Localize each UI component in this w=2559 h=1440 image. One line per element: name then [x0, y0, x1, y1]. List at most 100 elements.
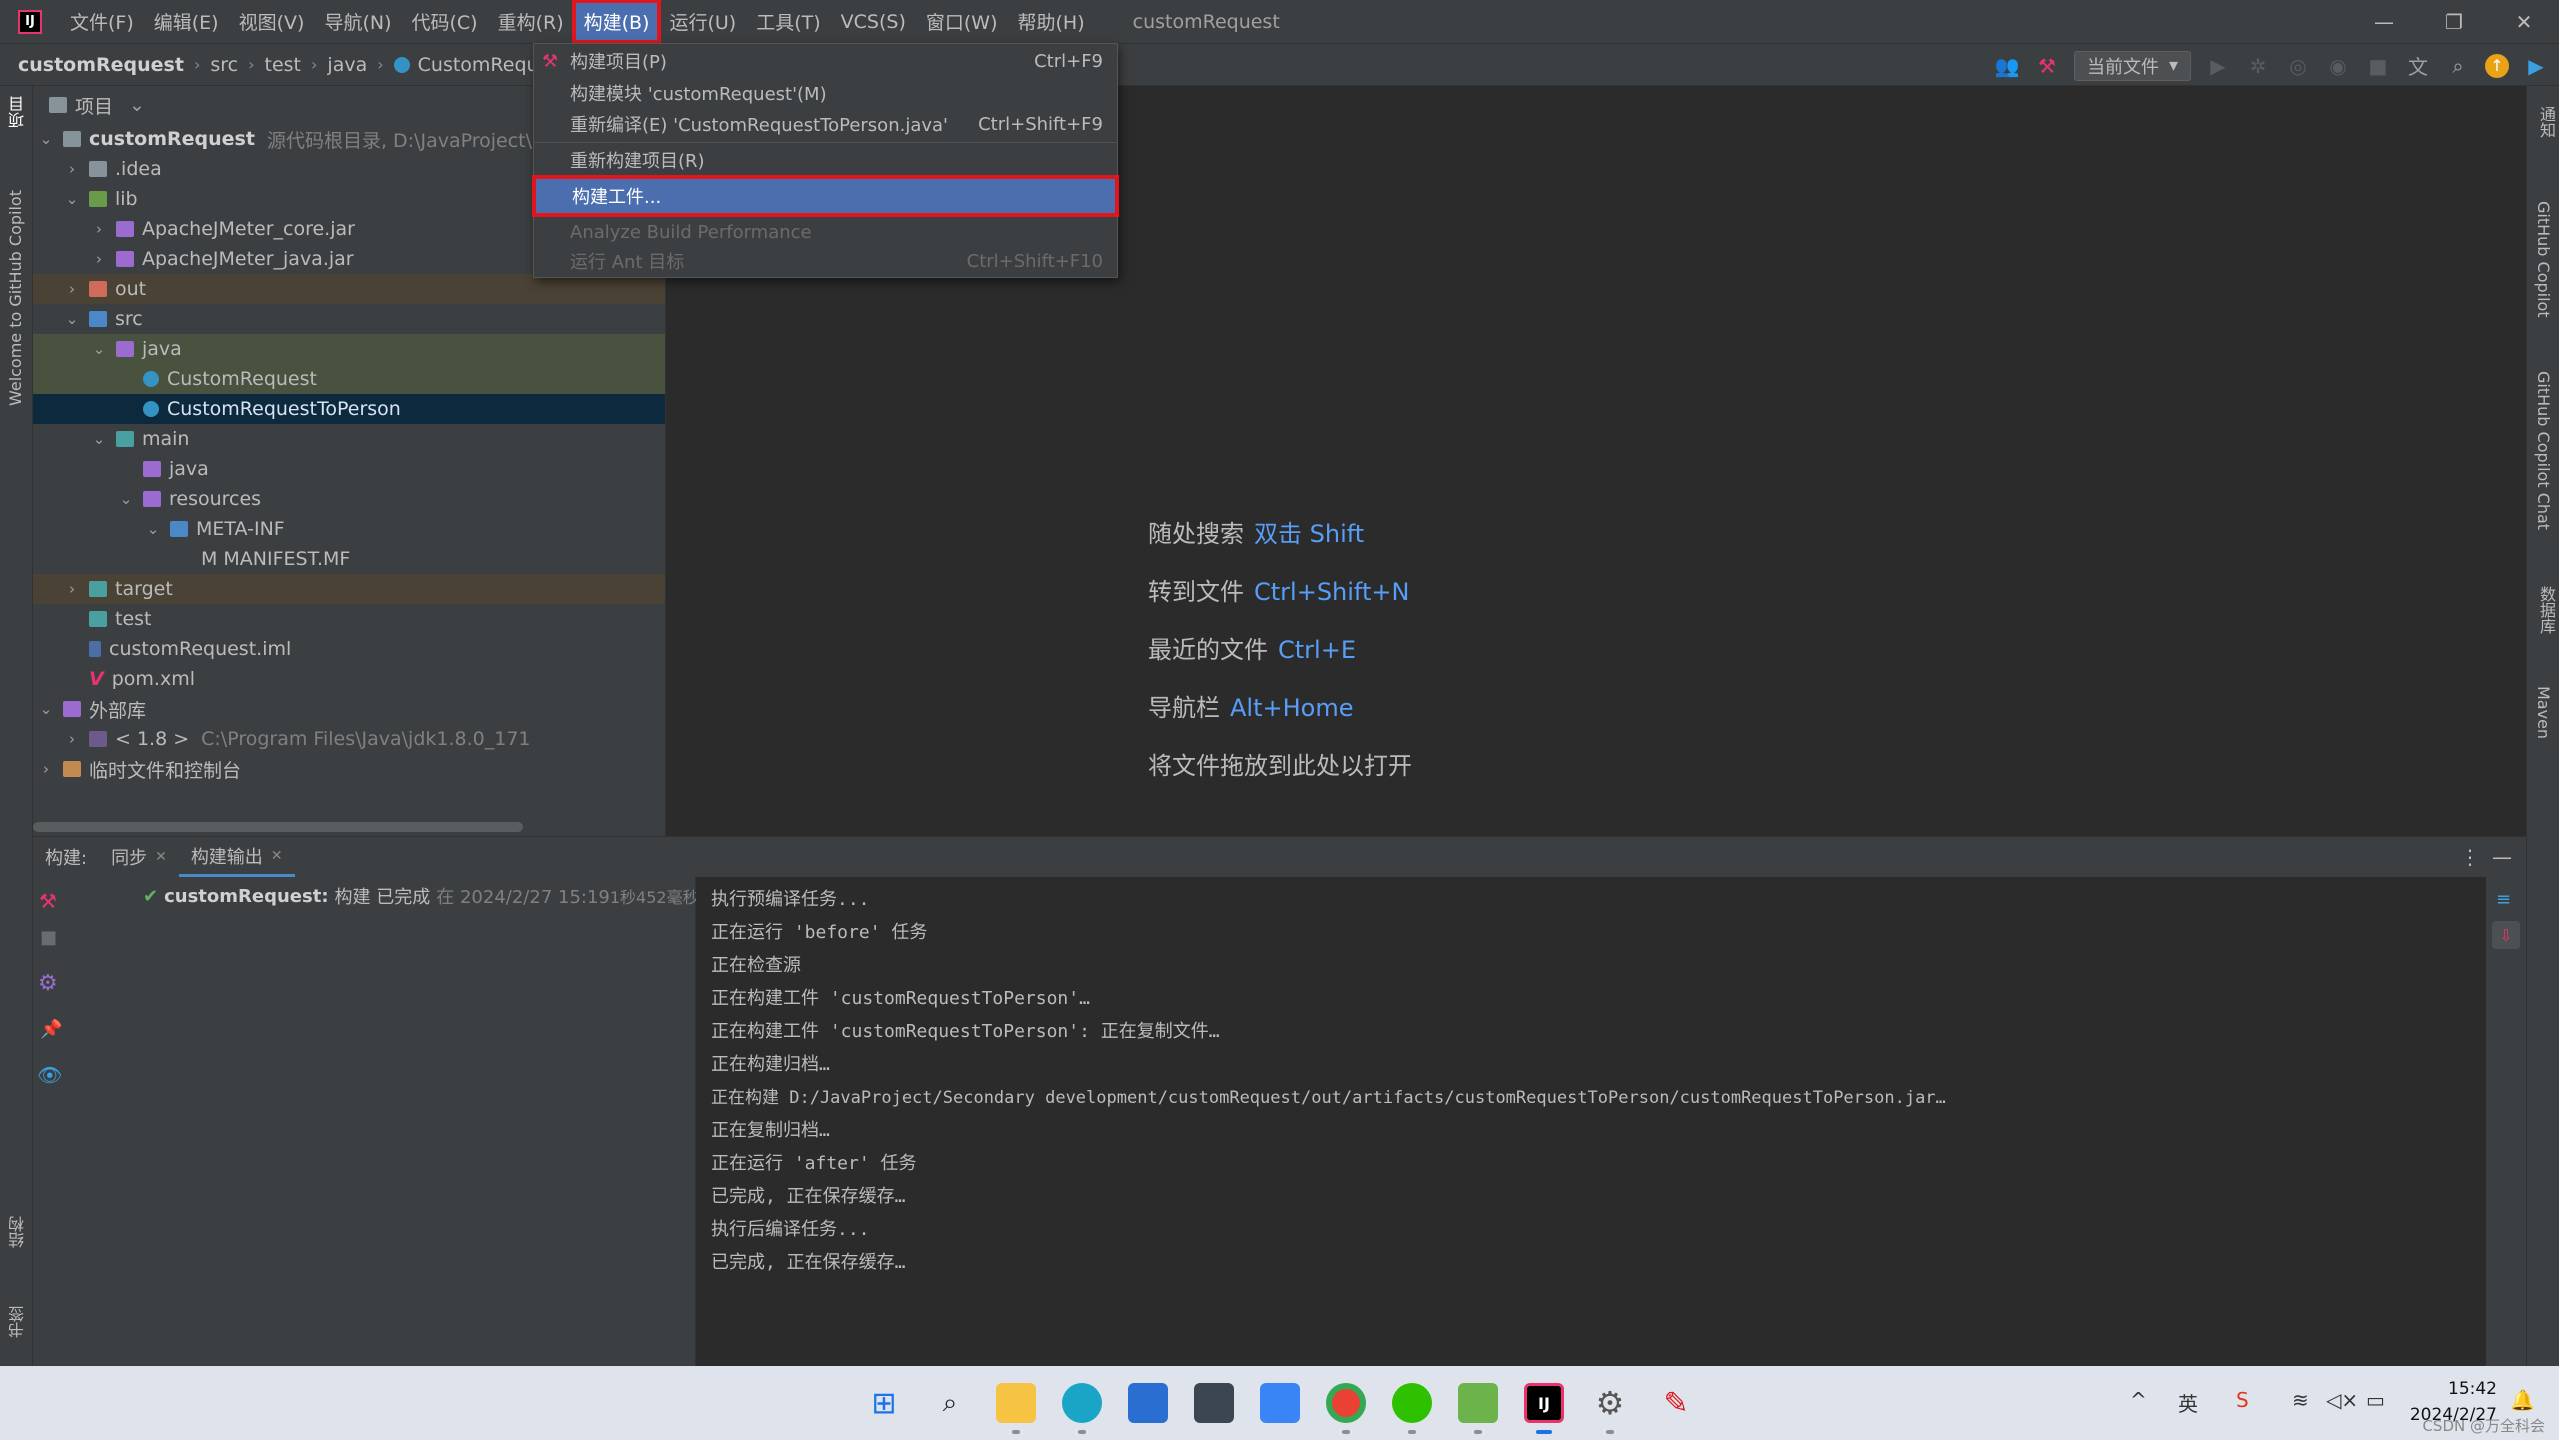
wifi-icon[interactable]: ≋ [2292, 1388, 2309, 1412]
search-icon[interactable]: ⌕ [2445, 53, 2471, 79]
chevron-up-icon[interactable]: ^ [2130, 1388, 2147, 1412]
chevron-right-icon[interactable]: › [90, 250, 108, 268]
coverage-icon[interactable]: ◎ [2285, 53, 2311, 79]
windows-start-icon[interactable]: ⊞ [864, 1383, 904, 1423]
tree-item-target[interactable]: › target [33, 574, 665, 604]
menu-refactor[interactable]: 重构(R) [490, 3, 572, 40]
maven-tool-button[interactable]: Maven [2534, 686, 2553, 739]
chevron-right-icon[interactable]: › [63, 160, 81, 178]
tree-item-src[interactable]: ⌄ src [33, 304, 665, 334]
tab-sync[interactable]: 同步 ✕ [99, 837, 179, 877]
tree-item-test-java[interactable]: ⌄ java [33, 334, 665, 364]
menu-view[interactable]: 视图(V) [231, 3, 313, 40]
notifications-tool-button[interactable]: 通知 [2534, 106, 2558, 138]
tree-item-main[interactable]: ⌄ main [33, 424, 665, 454]
minimize-icon[interactable]: — [2492, 845, 2512, 869]
store-icon[interactable] [1128, 1383, 1168, 1423]
chevron-right-icon[interactable]: › [90, 220, 108, 238]
chevron-right-icon[interactable]: › [63, 280, 81, 298]
chevron-down-icon[interactable]: ⌄ [90, 340, 108, 358]
close-icon[interactable]: ✕ [155, 849, 167, 865]
tree-item-out[interactable]: › out [33, 274, 665, 304]
chevron-right-icon[interactable]: › [37, 760, 55, 778]
menu-item-build-module[interactable]: 构建模块 'customRequest'(M) [534, 77, 1117, 109]
database-tool-button[interactable]: 数据库 [2534, 586, 2558, 634]
ime-indicator[interactable]: 英 [2178, 1388, 2198, 1417]
tree-item-test[interactable]: test [33, 604, 665, 634]
update-icon[interactable]: ↑ [2485, 53, 2509, 78]
chevron-right-icon[interactable]: › [63, 580, 81, 598]
tree-item-jdk[interactable]: › < 1.8 > C:\Program Files\Java\jdk1.8.0… [33, 724, 665, 754]
menu-item-rebuild-project[interactable]: 重新构建项目(R) [534, 144, 1117, 176]
edge-browser-icon[interactable] [1062, 1383, 1102, 1423]
intellij-logo-icon[interactable]: IJ [18, 9, 42, 34]
stop-icon[interactable]: ■ [2365, 53, 2391, 79]
tree-item-customrequest-class[interactable]: CustomRequest [33, 364, 665, 394]
menu-item-recompile[interactable]: 重新编译(E) 'CustomRequestToPerson.java' Ctr… [534, 108, 1117, 140]
translate-icon[interactable]: 文 [2405, 53, 2431, 79]
structure-tool-button[interactable]: 结构 [6, 1216, 30, 1248]
tree-item-customrequesttoperson-class[interactable]: CustomRequestToPerson [33, 394, 665, 424]
menu-build[interactable]: 构建(B) [571, 0, 662, 44]
chevron-down-icon[interactable]: ⌄ [144, 520, 162, 538]
hammer-icon[interactable]: ⚒ [2034, 53, 2060, 79]
feishu-icon[interactable] [1260, 1383, 1300, 1423]
tree-item-iml[interactable]: customRequest.iml [33, 634, 665, 664]
build-console[interactable]: 执行预编译任务... 正在运行 'before' 任务 正在检查源 正在构建工件… [696, 877, 2486, 1367]
more-options-icon[interactable]: ⋮ [2460, 845, 2480, 869]
chevron-down-icon[interactable]: ⌄ [117, 490, 135, 508]
menu-code[interactable]: 代码(C) [403, 3, 485, 40]
breadcrumb-src[interactable]: src [210, 54, 238, 76]
chevron-down-icon[interactable]: ⌄ [90, 430, 108, 448]
settings-icon[interactable]: ⚙ [1590, 1383, 1630, 1423]
build-result-row[interactable]: ✔ customRequest: 构建 已完成 在 2024/2/27 15:1… [143, 883, 699, 909]
chevron-down-icon[interactable]: ⌄ [63, 190, 81, 208]
menu-item-run-ant-target[interactable]: 运行 Ant 目标 Ctrl+Shift+F10 [534, 245, 1117, 277]
menu-navigate[interactable]: 导航(N) [316, 3, 399, 40]
volume-icon[interactable]: ◁× [2326, 1388, 2358, 1412]
chevron-down-icon[interactable]: ⌄ [63, 310, 81, 328]
chevron-down-icon[interactable]: ⌄ [37, 700, 55, 718]
menu-window[interactable]: 窗口(W) [918, 3, 1006, 40]
hammer-icon[interactable]: ⚒ [39, 889, 57, 913]
tree-item-pom[interactable]: V pom.xml [33, 664, 665, 694]
chart-app-icon[interactable] [1458, 1383, 1498, 1423]
chrome-icon[interactable] [1326, 1383, 1366, 1423]
close-icon[interactable]: ✕ [271, 848, 283, 864]
tree-item-external-libs[interactable]: ⌄ 外部库 [33, 694, 665, 724]
minimize-button[interactable]: — [2349, 0, 2419, 43]
users-icon[interactable]: 👥 [1994, 53, 2020, 79]
run-config-select[interactable]: 当前文件 ▾ [2073, 50, 2191, 81]
intellij-taskbar-icon[interactable]: IJ [1524, 1383, 1564, 1423]
cube-app-icon[interactable] [1194, 1383, 1234, 1423]
wechat-icon[interactable] [1392, 1383, 1432, 1423]
copilot-welcome-tool-button[interactable]: Welcome to GitHub Copilot [6, 190, 25, 406]
chevron-right-icon[interactable]: › [63, 730, 81, 748]
menu-run[interactable]: 运行(U) [661, 3, 744, 40]
copilot-icon[interactable]: ▶ [2523, 53, 2549, 79]
tree-item-main-java[interactable]: java [33, 454, 665, 484]
menu-help[interactable]: 帮助(H) [1010, 3, 1093, 40]
tree-item-resources[interactable]: ⌄ resources [33, 484, 665, 514]
bookmarks-tool-button[interactable]: 书签 [6, 1306, 30, 1338]
menu-item-analyze-build-performance[interactable]: Analyze Build Performance [534, 216, 1117, 248]
menu-vcs[interactable]: VCS(S) [833, 6, 914, 38]
chevron-down-icon[interactable]: ⌄ [129, 94, 145, 116]
maximize-button[interactable]: ❐ [2419, 0, 2489, 43]
breadcrumb-java[interactable]: java [327, 54, 367, 76]
horizontal-scrollbar[interactable] [33, 822, 523, 832]
menu-file[interactable]: 文件(F) [62, 3, 142, 40]
weibo-icon[interactable]: S [2236, 1388, 2249, 1412]
run-icon[interactable]: ▶ [2205, 53, 2231, 79]
tab-build-output[interactable]: 构建输出 ✕ [178, 837, 295, 877]
close-button[interactable]: ✕ [2489, 0, 2559, 43]
breadcrumb-test[interactable]: test [265, 54, 302, 76]
menu-tools[interactable]: 工具(T) [748, 3, 828, 40]
pen-app-icon[interactable]: ✎ [1656, 1383, 1696, 1423]
stop-icon[interactable]: ■ [40, 927, 57, 948]
battery-icon[interactable]: ▭ [2366, 1388, 2385, 1412]
tree-item-manifest[interactable]: M MANIFEST.MF [33, 544, 665, 574]
settings-icon[interactable]: ⚙ [38, 971, 58, 996]
menu-item-build-artifacts[interactable]: 构建工件... [532, 175, 1119, 217]
scroll-to-end-icon[interactable]: ⇩ [2492, 921, 2520, 949]
